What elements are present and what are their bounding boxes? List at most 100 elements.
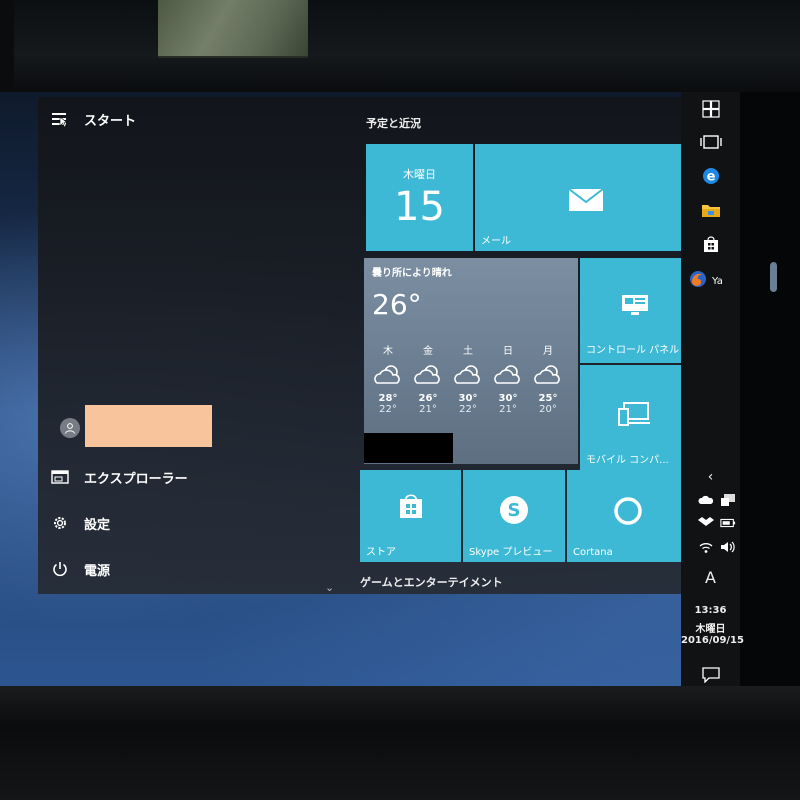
forecast-day-name: 金	[423, 346, 433, 357]
ime-mode-indicator[interactable]: A	[681, 562, 740, 592]
forecast-high: 26°	[418, 393, 438, 404]
start-item-label: エクスプローラー	[84, 471, 188, 487]
svg-text:S: S	[508, 500, 521, 521]
phone-laptop-icon	[617, 401, 652, 431]
taskbar-store[interactable]	[681, 231, 740, 261]
forecast-day: 土 30° 22°	[451, 342, 485, 415]
mail-tile[interactable]: メール	[475, 144, 697, 251]
forecast-day-name: 日	[503, 346, 513, 357]
wifi-icon[interactable]	[698, 539, 714, 555]
partly-cloudy-icon	[491, 363, 525, 387]
forecast-day-name: 木	[383, 346, 393, 357]
task-view-button[interactable]	[681, 129, 740, 159]
cortana-tile[interactable]: Cortana	[567, 470, 689, 562]
mail-label: メール	[481, 236, 511, 247]
start-menu: スタート エクスプローラー 設定 電源 ⌄ 予定と近況 木曜日 15 メール 曇…	[38, 97, 697, 594]
forecast-low: 22°	[459, 404, 477, 415]
forecast-day: 月 25° 20°	[531, 342, 565, 415]
forecast-low: 21°	[419, 404, 437, 415]
scrollbar-handle[interactable]	[770, 262, 777, 292]
cortana-ring-icon	[613, 496, 643, 530]
forecast-day-name: 月	[543, 346, 553, 357]
clock-day[interactable]: 木曜日	[681, 620, 740, 635]
start-item-explorer[interactable]: エクスプローラー	[50, 459, 188, 495]
network-drive-icon[interactable]	[720, 492, 736, 508]
calendar-day-name: 木曜日	[403, 168, 436, 181]
mail-icon	[568, 188, 604, 216]
control-panel-label: コントロール パネル	[586, 345, 680, 356]
partly-cloudy-icon	[371, 363, 405, 387]
store-bag-icon	[702, 235, 720, 257]
show-hidden-icons-button[interactable]: ‹	[681, 462, 740, 492]
weather-condition: 曇り所により晴れ	[372, 268, 452, 279]
notification-icon	[701, 667, 720, 687]
forecast-day: 日 30° 21°	[491, 342, 525, 415]
redaction-block	[364, 433, 453, 463]
tape-on-bezel	[158, 0, 308, 58]
control-panel-tile[interactable]: コントロール パネル	[580, 258, 689, 363]
taskbar: e Ya ‹ A 13:36 木曜日 2016/09/15	[681, 92, 744, 702]
start-header[interactable]: スタート	[50, 101, 136, 137]
power-icon	[50, 559, 70, 579]
forecast-high: 25°	[538, 393, 558, 404]
start-item-label: 電源	[84, 563, 111, 579]
clock-time[interactable]: 13:36	[681, 605, 740, 616]
store-bag-icon	[398, 492, 424, 524]
start-title: スタート	[84, 113, 137, 129]
control-panel-icon	[621, 294, 649, 320]
gear-icon	[50, 513, 70, 533]
task-view-icon	[699, 134, 722, 154]
tile-area: 予定と近況 木曜日 15 メール 曇り所により晴れ 26° 木 28° 22° …	[360, 97, 697, 594]
forecast-high: 30°	[458, 393, 478, 404]
clock-date[interactable]: 2016/09/15	[681, 635, 744, 646]
start-item-power[interactable]: 電源	[50, 551, 110, 587]
firefox-icon	[689, 270, 707, 292]
forecast-low: 20°	[539, 404, 557, 415]
forecast-low: 21°	[499, 404, 517, 415]
calendar-tile[interactable]: 木曜日 15	[366, 144, 473, 251]
firefox-window-title: Ya	[712, 275, 723, 287]
user-avatar-icon[interactable]	[60, 418, 80, 438]
forecast-day-name: 土	[463, 346, 473, 357]
chevron-left-icon: ‹	[707, 469, 714, 485]
start-item-label: 設定	[84, 517, 111, 533]
taskbar-edge[interactable]: e	[681, 163, 740, 193]
user-name-redacted[interactable]	[85, 405, 212, 447]
forecast-high: 28°	[378, 393, 398, 404]
skype-label: Skype プレビュー	[469, 547, 553, 558]
hamburger-menu-icon[interactable]	[50, 109, 70, 129]
dropbox-icon[interactable]	[698, 515, 714, 531]
start-item-settings[interactable]: 設定	[50, 505, 110, 541]
cortana-label: Cortana	[573, 547, 613, 558]
weather-temperature: 26°	[372, 288, 422, 321]
forecast-low: 22°	[379, 404, 397, 415]
edge-browser-icon: e	[702, 167, 720, 189]
forecast-day: 木 28° 22°	[371, 342, 405, 415]
partly-cloudy-icon	[531, 363, 565, 387]
group-title-schedule: 予定と近況	[366, 117, 421, 130]
volume-icon[interactable]	[720, 539, 736, 555]
partly-cloudy-icon	[411, 363, 445, 387]
mobile-companion-tile[interactable]: モバイル コンパ...	[580, 365, 689, 470]
taskbar-file-explorer[interactable]	[681, 197, 740, 227]
group-title-games: ゲームとエンターテイメント	[360, 576, 503, 589]
monitor-bezel-top	[0, 0, 800, 92]
monitor-bezel-bottom	[0, 686, 800, 800]
start-button[interactable]	[681, 96, 740, 126]
taskbar-firefox[interactable]: Ya	[681, 266, 740, 296]
skype-tile[interactable]: S Skype プレビュー	[463, 470, 565, 562]
folder-icon	[701, 202, 721, 222]
forecast-day: 金 26° 21°	[411, 342, 445, 415]
forecast-high: 30°	[498, 393, 518, 404]
partly-cloudy-icon	[451, 363, 485, 387]
store-tile[interactable]: ストア	[360, 470, 461, 562]
chevron-down-icon[interactable]: ⌄	[325, 581, 334, 594]
calendar-day-number: 15	[394, 184, 445, 230]
mobile-companion-label: モバイル コンパ...	[586, 455, 669, 466]
svg-text:e: e	[706, 170, 715, 185]
onedrive-icon[interactable]	[698, 492, 714, 508]
battery-icon[interactable]	[720, 515, 736, 531]
start-left-column: スタート エクスプローラー 設定 電源 ⌄	[38, 97, 343, 594]
weather-tile[interactable]: 曇り所により晴れ 26° 木 28° 22° 金 26° 21° 土 30° 2…	[364, 258, 578, 464]
skype-icon: S	[498, 494, 530, 530]
